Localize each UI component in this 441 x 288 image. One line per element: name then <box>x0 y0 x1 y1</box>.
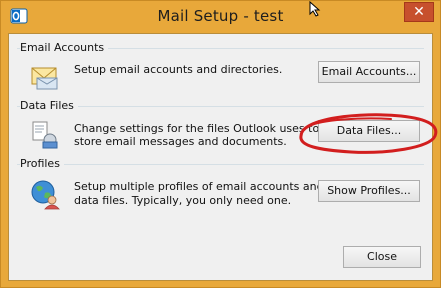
section-label-data-files: Data Files <box>20 99 78 112</box>
data-files-description-line2: store email messages and documents. <box>74 135 287 148</box>
profiles-description-line2: data files. Typically, you only need one… <box>74 194 292 207</box>
divider-profiles <box>17 164 424 165</box>
data-files-icon <box>32 121 58 149</box>
title-bar[interactable]: Mail Setup - test ✕ <box>1 1 440 34</box>
annotation-red-ellipse <box>299 113 438 154</box>
close-window-button[interactable]: ✕ <box>404 2 434 22</box>
window-title: Mail Setup - test <box>157 7 284 25</box>
show-profiles-button[interactable]: Show Profiles... <box>318 180 420 202</box>
section-label-email-accounts: Email Accounts <box>20 41 109 54</box>
mail-setup-window: Mail Setup - test ✕ Email Accounts Setup… <box>0 0 441 288</box>
mouse-cursor-icon <box>309 1 321 17</box>
profiles-description-line1: Setup multiple profiles of email account… <box>74 180 324 193</box>
dialog-client-area: Email Accounts Setup email accounts and … <box>8 33 433 281</box>
close-button[interactable]: Close <box>343 246 421 268</box>
divider-data-files <box>17 106 424 107</box>
profiles-globe-icon <box>31 180 60 210</box>
envelope-icon <box>31 67 58 90</box>
data-files-description-line1: Change settings for the files Outlook us… <box>74 122 320 135</box>
email-accounts-description: Setup email accounts and directories. <box>74 63 283 76</box>
email-accounts-button[interactable]: Email Accounts... <box>318 61 420 83</box>
section-label-profiles: Profiles <box>20 157 64 170</box>
